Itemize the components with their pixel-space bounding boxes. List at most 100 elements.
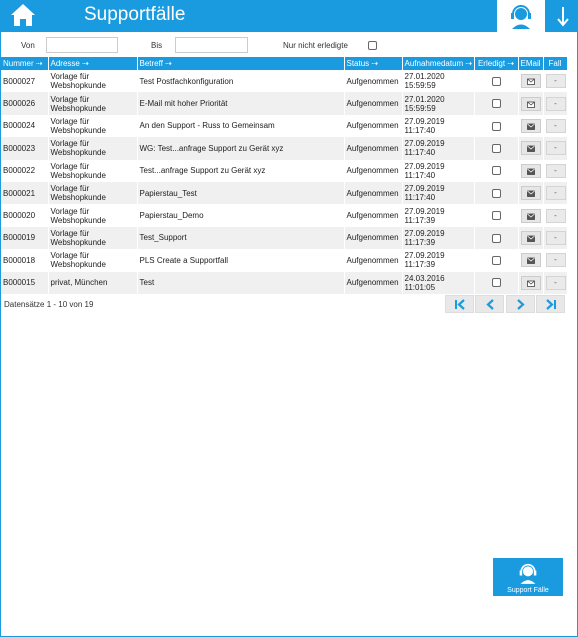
cell-number: B000018 — [1, 249, 49, 272]
open-only-label: Nur nicht erledigte — [283, 41, 348, 50]
case-button[interactable]: - — [545, 141, 566, 156]
done-checkbox[interactable] — [491, 256, 501, 266]
table-row[interactable]: B000024 Vorlage für Webshopkunde An den Su… — [1, 114, 568, 138]
cell-email — [518, 159, 544, 182]
column-header-case: Fall — [543, 57, 568, 70]
next-page-icon — [517, 299, 525, 310]
case-button[interactable]: - — [545, 186, 566, 201]
open-only-checkbox[interactable] — [368, 41, 377, 50]
support-cases-label: Support Fälle — [507, 587, 549, 594]
column-header-date[interactable]: Aufnahmedatum ⇢ — [402, 57, 475, 70]
cell-address: Vorlage für Webshopkunde — [48, 159, 138, 182]
email-button[interactable] — [520, 163, 541, 178]
email-button[interactable] — [520, 141, 541, 156]
table-row[interactable]: B000026 Vorlage für Webshopkunde E-Mail mi… — [1, 92, 568, 115]
column-header-status[interactable]: Status ⇢ — [344, 57, 403, 70]
cell-address: Vorlage für Webshopkunde — [48, 137, 138, 160]
next-page-button[interactable] — [506, 295, 535, 313]
table-row[interactable]: B000019 Vorlage für Webshopkunde Test_Supp… — [1, 226, 568, 250]
done-checkbox[interactable] — [491, 188, 501, 198]
last-page-button[interactable] — [536, 295, 565, 313]
from-date-input[interactable] — [46, 37, 118, 53]
case-button[interactable]: - — [545, 253, 566, 268]
home-button[interactable] — [10, 3, 38, 29]
support-cases-table: Nummer ⇢ Adresse ⇢ Betreff ⇢ Status ⇢ Au… — [1, 57, 568, 294]
table-row[interactable]: B000018 Vorlage für Webshopkunde PLS Creat… — [1, 249, 568, 272]
support-header-button[interactable] — [497, 0, 545, 32]
first-page-button[interactable] — [445, 295, 474, 313]
cell-status: Aufgenommen — [344, 271, 403, 294]
column-header-subject[interactable]: Betreff ⇢ — [137, 57, 345, 70]
cell-status: Aufgenommen — [344, 181, 403, 205]
done-checkbox[interactable] — [491, 211, 501, 221]
headset-icon — [519, 563, 537, 584]
cell-date: 27.09.2019 11:17:39 — [402, 249, 475, 272]
done-checkbox[interactable] — [491, 121, 501, 131]
cell-case: - — [543, 181, 568, 205]
cell-address: Vorlage für Webshopkunde — [48, 226, 138, 250]
done-checkbox[interactable] — [491, 76, 501, 86]
email-button[interactable] — [520, 208, 541, 223]
support-cases-button[interactable]: Support Fälle — [493, 558, 563, 596]
cell-date: 27.09.2019 11:17:40 — [402, 181, 475, 205]
cell-date: 27.09.2019 11:17:39 — [402, 226, 475, 250]
cell-case: - — [543, 70, 568, 93]
email-button[interactable] — [520, 118, 541, 133]
table-row[interactable]: B000022 Vorlage für Webshopkunde Test...an… — [1, 159, 568, 182]
case-button[interactable]: - — [545, 74, 566, 89]
cell-date: 27.01.2020 15:59:59 — [402, 92, 475, 115]
column-header-address[interactable]: Adresse ⇢ — [48, 57, 138, 70]
cell-date: 27.09.2019 11:17:40 — [402, 137, 475, 160]
cell-status: Aufgenommen — [344, 137, 403, 160]
cell-address: Vorlage für Webshopkunde — [48, 70, 138, 93]
case-button[interactable]: - — [545, 163, 566, 178]
envelope-open-icon — [526, 101, 535, 108]
email-button[interactable] — [520, 186, 541, 201]
cell-status: Aufgenommen — [344, 92, 403, 115]
arrow-down-button[interactable] — [553, 4, 573, 28]
done-checkbox[interactable] — [491, 233, 501, 243]
case-button[interactable]: - — [545, 275, 566, 290]
email-button[interactable] — [520, 230, 541, 245]
table-row[interactable]: B000015 privat, München Test Aufgenommen 24.… — [1, 271, 568, 294]
envelope-icon — [526, 190, 535, 198]
filter-row: Von Bis Nur nicht erledigte — [0, 37, 578, 53]
case-button[interactable]: - — [545, 118, 566, 133]
cell-case: - — [543, 271, 568, 294]
email-button[interactable] — [520, 253, 541, 268]
cell-email — [518, 181, 544, 205]
column-header-number[interactable]: Nummer ⇢ — [1, 57, 49, 70]
table-row[interactable]: B000021 Vorlage für Webshopkunde Papiersta… — [1, 181, 568, 205]
cell-done — [474, 204, 519, 227]
cell-done — [474, 226, 519, 250]
cell-case: - — [543, 137, 568, 160]
table-row[interactable]: B000020 Vorlage für Webshopkunde Papiersta… — [1, 204, 568, 227]
to-date-input[interactable] — [175, 37, 248, 53]
cell-subject: Test_Support — [137, 226, 345, 250]
cell-number: B000015 — [1, 271, 49, 294]
case-button[interactable]: - — [545, 208, 566, 223]
column-header-done[interactable]: Erledigt ⇢ — [474, 57, 519, 70]
done-checkbox[interactable] — [491, 99, 501, 109]
table-row[interactable]: B000023 Vorlage für Webshopkunde WG: Test.… — [1, 137, 568, 160]
case-button[interactable]: - — [545, 96, 566, 111]
cell-case: - — [543, 204, 568, 227]
case-button[interactable]: - — [545, 230, 566, 245]
table-row[interactable]: B000027 Vorlage für Webshopkunde Test Post… — [1, 70, 568, 93]
cell-status: Aufgenommen — [344, 204, 403, 227]
email-button[interactable] — [520, 275, 541, 290]
cell-number: B000019 — [1, 226, 49, 250]
cell-subject: Papierstau_Demo — [137, 204, 345, 227]
first-page-icon — [455, 299, 465, 310]
cell-done — [474, 249, 519, 272]
done-checkbox[interactable] — [491, 144, 501, 154]
email-button[interactable] — [520, 74, 541, 89]
cell-address: Vorlage für Webshopkunde — [48, 92, 138, 115]
done-checkbox[interactable] — [491, 166, 501, 176]
prev-page-button[interactable] — [475, 295, 504, 313]
last-page-icon — [546, 299, 556, 310]
cell-subject: Test Postfachkonfiguration — [137, 70, 345, 93]
email-button[interactable] — [520, 96, 541, 111]
cell-email — [518, 137, 544, 160]
done-checkbox[interactable] — [491, 278, 501, 288]
